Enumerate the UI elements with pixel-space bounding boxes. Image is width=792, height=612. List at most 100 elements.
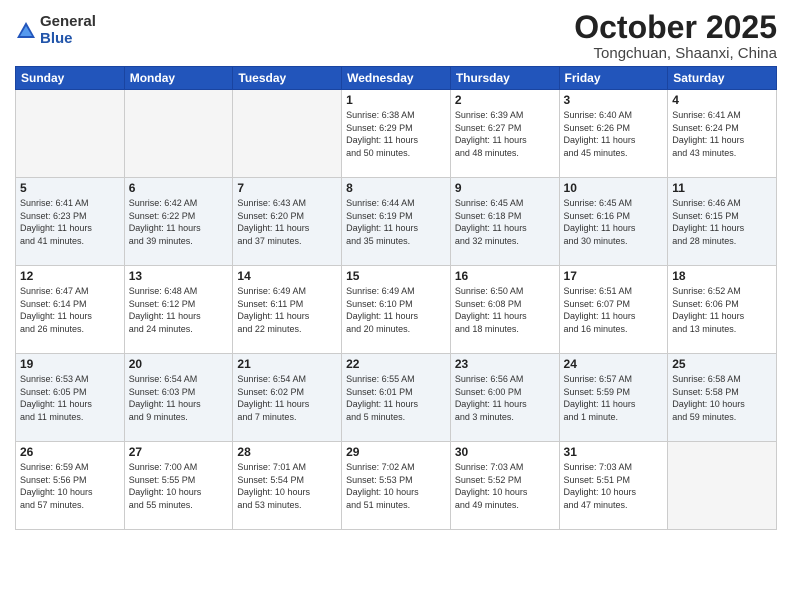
day-info: Sunrise: 6:44 AM Sunset: 6:19 PM Dayligh…	[346, 197, 446, 247]
table-row: 5 Sunrise: 6:41 AM Sunset: 6:23 PM Daylig…	[16, 178, 125, 266]
table-row: 28Sunrise: 7:01 AM Sunset: 5:54 PM Dayli…	[233, 442, 342, 530]
header-saturday: Saturday	[668, 67, 777, 90]
day-number: 29	[346, 445, 446, 459]
day-info: Sunrise: 6:56 AM Sunset: 6:00 PM Dayligh…	[455, 373, 555, 423]
day-info: Sunrise: 6:58 AM Sunset: 5:58 PM Dayligh…	[672, 373, 772, 423]
day-info: Sunrise: 7:03 AM Sunset: 5:51 PM Dayligh…	[564, 461, 664, 511]
table-row: 19 Sunrise: 6:53 AM Sunset: 6:05 PM Dayli…	[16, 354, 125, 442]
day-number: 4	[672, 93, 772, 107]
day-info: Sunrise: 6:49 AM Sunset: 6:10 PM Dayligh…	[346, 285, 446, 335]
header: General Blue October 2025 Tongchuan, Sha…	[15, 10, 777, 62]
day-info: Sunrise: 6:54 AM Sunset: 6:03 PM Dayligh…	[129, 373, 229, 423]
calendar-week-row: 1 Sunrise: 6:38 AM Sunset: 6:29 PM Daylig…	[16, 90, 777, 178]
day-number: 12	[20, 269, 120, 283]
day-info: Sunrise: 6:50 AM Sunset: 6:08 PM Dayligh…	[455, 285, 555, 335]
table-row: 7Sunrise: 6:43 AM Sunset: 6:20 PM Daylig…	[233, 178, 342, 266]
day-number: 18	[672, 269, 772, 283]
day-info: Sunrise: 6:55 AM Sunset: 6:01 PM Dayligh…	[346, 373, 446, 423]
table-row: 18 Sunrise: 6:52 AM Sunset: 6:06 PM Dayli…	[668, 266, 777, 354]
day-info: Sunrise: 7:02 AM Sunset: 5:53 PM Dayligh…	[346, 461, 446, 511]
table-row: 10Sunrise: 6:45 AM Sunset: 6:16 PM Dayli…	[559, 178, 668, 266]
day-number: 19	[20, 357, 120, 371]
table-row: 14 Sunrise: 6:49 AM Sunset: 6:11 PM Dayli…	[233, 266, 342, 354]
table-row: 6Sunrise: 6:42 AM Sunset: 6:22 PM Daylig…	[124, 178, 233, 266]
table-row: 24Sunrise: 6:57 AM Sunset: 5:59 PM Dayli…	[559, 354, 668, 442]
day-info: Sunrise: 6:52 AM Sunset: 6:06 PM Dayligh…	[672, 285, 772, 335]
logo: General Blue	[15, 14, 96, 47]
calendar-week-row: 19 Sunrise: 6:53 AM Sunset: 6:05 PM Dayli…	[16, 354, 777, 442]
day-info: Sunrise: 6:40 AM Sunset: 6:26 PM Dayligh…	[564, 109, 664, 159]
calendar-table: Sunday Monday Tuesday Wednesday Thursday…	[15, 66, 777, 530]
day-info: Sunrise: 6:43 AM Sunset: 6:20 PM Dayligh…	[237, 197, 337, 247]
table-row: 9 Sunrise: 6:45 AM Sunset: 6:18 PM Daylig…	[450, 178, 559, 266]
day-number: 5	[20, 181, 120, 195]
table-row	[16, 90, 125, 178]
day-info: Sunrise: 6:53 AM Sunset: 6:05 PM Dayligh…	[20, 373, 120, 423]
day-number: 30	[455, 445, 555, 459]
table-row: 4Sunrise: 6:41 AM Sunset: 6:24 PM Daylig…	[668, 90, 777, 178]
day-info: Sunrise: 6:41 AM Sunset: 6:23 PM Dayligh…	[20, 197, 120, 247]
day-info: Sunrise: 7:00 AM Sunset: 5:55 PM Dayligh…	[129, 461, 229, 511]
logo-blue: Blue	[40, 31, 96, 48]
header-monday: Monday	[124, 67, 233, 90]
day-number: 21	[237, 357, 337, 371]
day-number: 1	[346, 93, 446, 107]
day-number: 25	[672, 357, 772, 371]
page-container: General Blue October 2025 Tongchuan, Sha…	[0, 0, 792, 540]
day-number: 9	[455, 181, 555, 195]
day-number: 26	[20, 445, 120, 459]
day-info: Sunrise: 6:45 AM Sunset: 6:18 PM Dayligh…	[455, 197, 555, 247]
day-number: 10	[564, 181, 664, 195]
header-friday: Friday	[559, 67, 668, 90]
day-info: Sunrise: 6:54 AM Sunset: 6:02 PM Dayligh…	[237, 373, 337, 423]
day-info: Sunrise: 6:38 AM Sunset: 6:29 PM Dayligh…	[346, 109, 446, 159]
table-row: 29 Sunrise: 7:02 AM Sunset: 5:53 PM Dayli…	[342, 442, 451, 530]
table-row: 31Sunrise: 7:03 AM Sunset: 5:51 PM Dayli…	[559, 442, 668, 530]
day-info: Sunrise: 7:01 AM Sunset: 5:54 PM Dayligh…	[237, 461, 337, 511]
logo-text: General Blue	[40, 14, 96, 47]
table-row: 23 Sunrise: 6:56 AM Sunset: 6:00 PM Dayli…	[450, 354, 559, 442]
month-title: October 2025	[574, 10, 777, 45]
table-row: 26 Sunrise: 6:59 AM Sunset: 5:56 PM Dayli…	[16, 442, 125, 530]
day-number: 8	[346, 181, 446, 195]
calendar-week-row: 5 Sunrise: 6:41 AM Sunset: 6:23 PM Daylig…	[16, 178, 777, 266]
day-info: Sunrise: 6:57 AM Sunset: 5:59 PM Dayligh…	[564, 373, 664, 423]
header-sunday: Sunday	[16, 67, 125, 90]
table-row: 27 Sunrise: 7:00 AM Sunset: 5:55 PM Dayli…	[124, 442, 233, 530]
day-number: 11	[672, 181, 772, 195]
day-number: 20	[129, 357, 229, 371]
day-info: Sunrise: 6:48 AM Sunset: 6:12 PM Dayligh…	[129, 285, 229, 335]
day-number: 16	[455, 269, 555, 283]
day-info: Sunrise: 6:47 AM Sunset: 6:14 PM Dayligh…	[20, 285, 120, 335]
header-thursday: Thursday	[450, 67, 559, 90]
table-row: 21 Sunrise: 6:54 AM Sunset: 6:02 PM Dayli…	[233, 354, 342, 442]
day-number: 22	[346, 357, 446, 371]
day-number: 23	[455, 357, 555, 371]
day-info: Sunrise: 6:49 AM Sunset: 6:11 PM Dayligh…	[237, 285, 337, 335]
day-info: Sunrise: 6:46 AM Sunset: 6:15 PM Dayligh…	[672, 197, 772, 247]
header-wednesday: Wednesday	[342, 67, 451, 90]
logo-general: General	[40, 14, 96, 31]
table-row: 17Sunrise: 6:51 AM Sunset: 6:07 PM Dayli…	[559, 266, 668, 354]
table-row: 30Sunrise: 7:03 AM Sunset: 5:52 PM Dayli…	[450, 442, 559, 530]
table-row: 13 Sunrise: 6:48 AM Sunset: 6:12 PM Dayli…	[124, 266, 233, 354]
table-row: 12 Sunrise: 6:47 AM Sunset: 6:14 PM Dayli…	[16, 266, 125, 354]
table-row: 15Sunrise: 6:49 AM Sunset: 6:10 PM Dayli…	[342, 266, 451, 354]
day-info: Sunrise: 6:42 AM Sunset: 6:22 PM Dayligh…	[129, 197, 229, 247]
day-info: Sunrise: 6:59 AM Sunset: 5:56 PM Dayligh…	[20, 461, 120, 511]
table-row: 1 Sunrise: 6:38 AM Sunset: 6:29 PM Daylig…	[342, 90, 451, 178]
logo-icon	[15, 20, 37, 42]
table-row: 25 Sunrise: 6:58 AM Sunset: 5:58 PM Dayli…	[668, 354, 777, 442]
table-row: 16 Sunrise: 6:50 AM Sunset: 6:08 PM Dayli…	[450, 266, 559, 354]
day-number: 13	[129, 269, 229, 283]
table-row	[668, 442, 777, 530]
calendar-week-row: 12 Sunrise: 6:47 AM Sunset: 6:14 PM Dayli…	[16, 266, 777, 354]
day-info: Sunrise: 6:51 AM Sunset: 6:07 PM Dayligh…	[564, 285, 664, 335]
header-tuesday: Tuesday	[233, 67, 342, 90]
table-row: 2Sunrise: 6:39 AM Sunset: 6:27 PM Daylig…	[450, 90, 559, 178]
weekday-header-row: Sunday Monday Tuesday Wednesday Thursday…	[16, 67, 777, 90]
table-row: 22 Sunrise: 6:55 AM Sunset: 6:01 PM Dayli…	[342, 354, 451, 442]
table-row	[124, 90, 233, 178]
day-number: 27	[129, 445, 229, 459]
day-number: 14	[237, 269, 337, 283]
